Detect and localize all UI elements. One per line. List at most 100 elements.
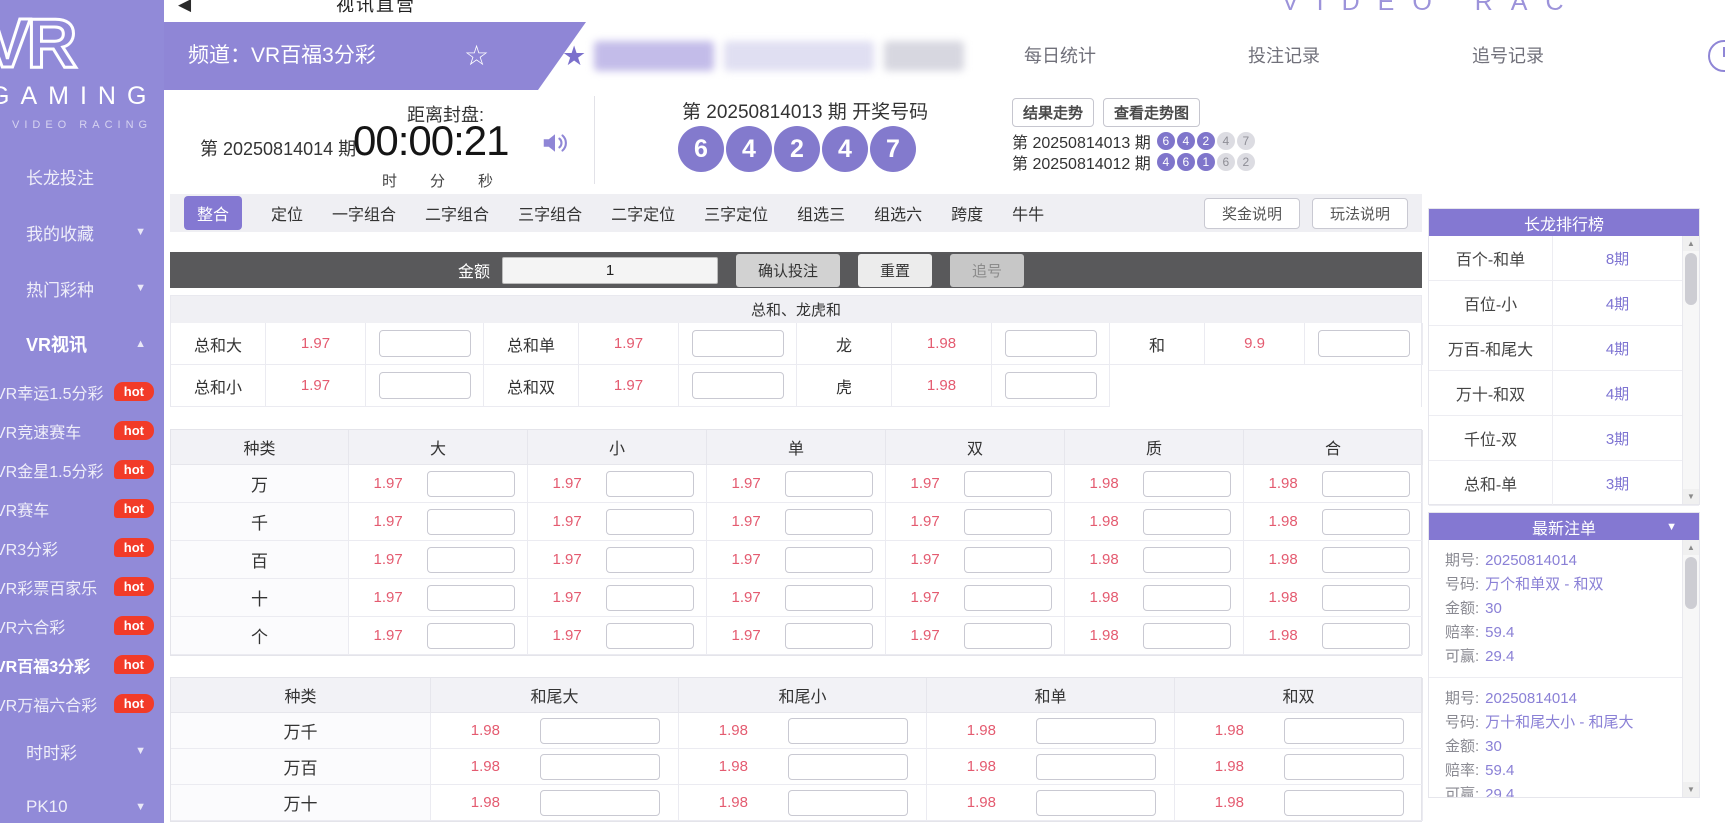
bet-amount-input[interactable] bbox=[427, 471, 515, 497]
scroll-up-icon[interactable]: ▲ bbox=[1683, 540, 1699, 555]
logout-icon[interactable] bbox=[1708, 40, 1725, 72]
speaker-icon[interactable] bbox=[540, 128, 570, 163]
scroll-thumb[interactable] bbox=[1685, 253, 1697, 305]
bet-amount-input[interactable] bbox=[1284, 718, 1404, 744]
sidebar-item[interactable]: 我的收藏 ▼ bbox=[0, 204, 164, 260]
bet-amount-input[interactable] bbox=[785, 623, 873, 649]
bet-amount-input[interactable] bbox=[1322, 471, 1410, 497]
sidebar-game-item[interactable]: VR金星1.5分彩 hot bbox=[0, 450, 164, 489]
bet-amount-input[interactable] bbox=[379, 372, 471, 399]
bet-amount-input[interactable] bbox=[1318, 330, 1410, 357]
bet-bar-button[interactable]: 确认投注 bbox=[736, 254, 840, 287]
bet-amount-input[interactable] bbox=[1322, 585, 1410, 611]
sidebar-item[interactable]: PK10 ▼ bbox=[0, 779, 164, 823]
scroll-thumb[interactable] bbox=[1685, 557, 1697, 609]
bet-amount-input[interactable] bbox=[1143, 547, 1231, 573]
bet-amount-input[interactable] bbox=[1143, 509, 1231, 535]
bet-amount-input[interactable] bbox=[1143, 471, 1231, 497]
rank-row[interactable]: 万十-和双 4期 bbox=[1429, 371, 1699, 416]
bet-amount-input[interactable] bbox=[540, 718, 660, 744]
bet-amount-input[interactable] bbox=[1322, 509, 1410, 535]
sidebar-game-item[interactable]: VR六合彩 hot bbox=[0, 606, 164, 645]
bet-amount-input[interactable] bbox=[1143, 585, 1231, 611]
sidebar-item[interactable]: 时时彩 ▼ bbox=[0, 723, 164, 779]
bet-amount-input[interactable] bbox=[1036, 718, 1156, 744]
sidebar-item[interactable]: 长龙投注 bbox=[0, 148, 164, 204]
bet-amount-input[interactable] bbox=[788, 754, 908, 780]
bet-amount-input[interactable] bbox=[964, 547, 1052, 573]
rank-row[interactable]: 百位-小 4期 bbox=[1429, 281, 1699, 326]
sidebar-section-vr[interactable]: VR视讯 ▲ bbox=[0, 316, 164, 372]
bet-amount-input[interactable] bbox=[606, 585, 694, 611]
bet-amount-input[interactable] bbox=[427, 509, 515, 535]
bet-amount-input[interactable] bbox=[1284, 754, 1404, 780]
play-tab[interactable]: 定位 bbox=[271, 201, 303, 225]
bet-amount-input[interactable] bbox=[606, 547, 694, 573]
bet-amount-input[interactable] bbox=[785, 585, 873, 611]
top-nav-item[interactable]: 投注记录 bbox=[1248, 22, 1320, 90]
scroll-down-icon[interactable]: ▼ bbox=[1683, 489, 1699, 504]
bet-amount-input[interactable] bbox=[1036, 754, 1156, 780]
bet-amount-input[interactable] bbox=[1284, 790, 1404, 816]
bet-amount-input[interactable] bbox=[540, 790, 660, 816]
rank-row[interactable]: 百个-和单 8期 bbox=[1429, 236, 1699, 281]
top-nav-item[interactable]: 追号记录 bbox=[1472, 22, 1544, 90]
scrollbar[interactable]: ▲ ▼ bbox=[1682, 236, 1699, 504]
play-tab[interactable]: 三字组合 bbox=[518, 201, 582, 225]
bet-amount-input[interactable] bbox=[785, 471, 873, 497]
play-tab[interactable]: 组选三 bbox=[797, 201, 845, 225]
bet-amount-input[interactable] bbox=[1036, 790, 1156, 816]
trend-button[interactable]: 查看走势图 bbox=[1103, 98, 1200, 127]
bet-bar-button[interactable]: 重置 bbox=[858, 254, 932, 287]
sidebar-item[interactable]: 热门彩种 ▼ bbox=[0, 260, 164, 316]
bet-amount-input[interactable] bbox=[606, 623, 694, 649]
bet-amount-input[interactable] bbox=[785, 547, 873, 573]
bet-amount-input[interactable] bbox=[1005, 372, 1097, 399]
bet-amount-input[interactable] bbox=[606, 471, 694, 497]
bet-amount-input[interactable] bbox=[1322, 623, 1410, 649]
amount-input[interactable] bbox=[502, 257, 718, 284]
play-tab[interactable]: 组选六 bbox=[874, 201, 922, 225]
bet-amount-input[interactable] bbox=[427, 547, 515, 573]
bet-amount-input[interactable] bbox=[1322, 547, 1410, 573]
sidebar-game-item[interactable]: VR幸运1.5分彩 hot bbox=[0, 372, 164, 411]
bet-bar-button[interactable]: 追号 bbox=[950, 254, 1024, 287]
caret-down-icon[interactable]: ▼ bbox=[1666, 521, 1677, 533]
bet-amount-input[interactable] bbox=[964, 585, 1052, 611]
play-tab[interactable]: 二字定位 bbox=[611, 201, 675, 225]
sidebar-game-item[interactable]: VR百福3分彩 hot bbox=[0, 645, 164, 684]
trend-button[interactable]: 结果走势 bbox=[1012, 98, 1094, 127]
sidebar-game-item[interactable]: VR3分彩 hot bbox=[0, 528, 164, 567]
rank-row[interactable]: 万百-和尾大 4期 bbox=[1429, 326, 1699, 371]
help-button[interactable]: 玩法说明 bbox=[1312, 198, 1408, 229]
bet-amount-input[interactable] bbox=[788, 718, 908, 744]
bet-amount-input[interactable] bbox=[964, 623, 1052, 649]
play-tab[interactable]: 一字组合 bbox=[332, 201, 396, 225]
play-tab[interactable]: 三字定位 bbox=[704, 201, 768, 225]
bet-amount-input[interactable] bbox=[427, 623, 515, 649]
sidebar-game-item[interactable]: VR竞速赛车 hot bbox=[0, 411, 164, 450]
bet-amount-input[interactable] bbox=[692, 372, 784, 399]
sidebar-game-item[interactable]: VR赛车 hot bbox=[0, 489, 164, 528]
bet-amount-input[interactable] bbox=[606, 509, 694, 535]
top-nav-item[interactable]: 每日统计 bbox=[1024, 22, 1096, 90]
bet-amount-input[interactable] bbox=[785, 509, 873, 535]
bet-amount-input[interactable] bbox=[427, 585, 515, 611]
bet-amount-input[interactable] bbox=[964, 471, 1052, 497]
sidebar-game-item[interactable]: VR万福六合彩 hot bbox=[0, 684, 164, 723]
rank-row[interactable]: 总和-单 3期 bbox=[1429, 461, 1699, 506]
scrollbar[interactable]: ▲ ▼ bbox=[1682, 540, 1699, 797]
bet-amount-input[interactable] bbox=[964, 509, 1052, 535]
favorite-star-icon[interactable]: ☆ bbox=[464, 39, 489, 72]
bet-amount-input[interactable] bbox=[692, 330, 784, 357]
play-tab[interactable]: 牛牛 bbox=[1012, 201, 1044, 225]
play-tab[interactable]: 跨度 bbox=[951, 201, 983, 225]
scroll-down-icon[interactable]: ▼ bbox=[1683, 782, 1699, 797]
sidebar-game-item[interactable]: VR彩票百家乐 hot bbox=[0, 567, 164, 606]
back-icon[interactable]: ◀ bbox=[178, 0, 191, 15]
play-tab[interactable]: 二字组合 bbox=[425, 201, 489, 225]
scroll-up-icon[interactable]: ▲ bbox=[1683, 236, 1699, 251]
bet-amount-input[interactable] bbox=[1143, 623, 1231, 649]
bet-amount-input[interactable] bbox=[788, 790, 908, 816]
play-tab[interactable]: 整合 bbox=[184, 196, 242, 230]
